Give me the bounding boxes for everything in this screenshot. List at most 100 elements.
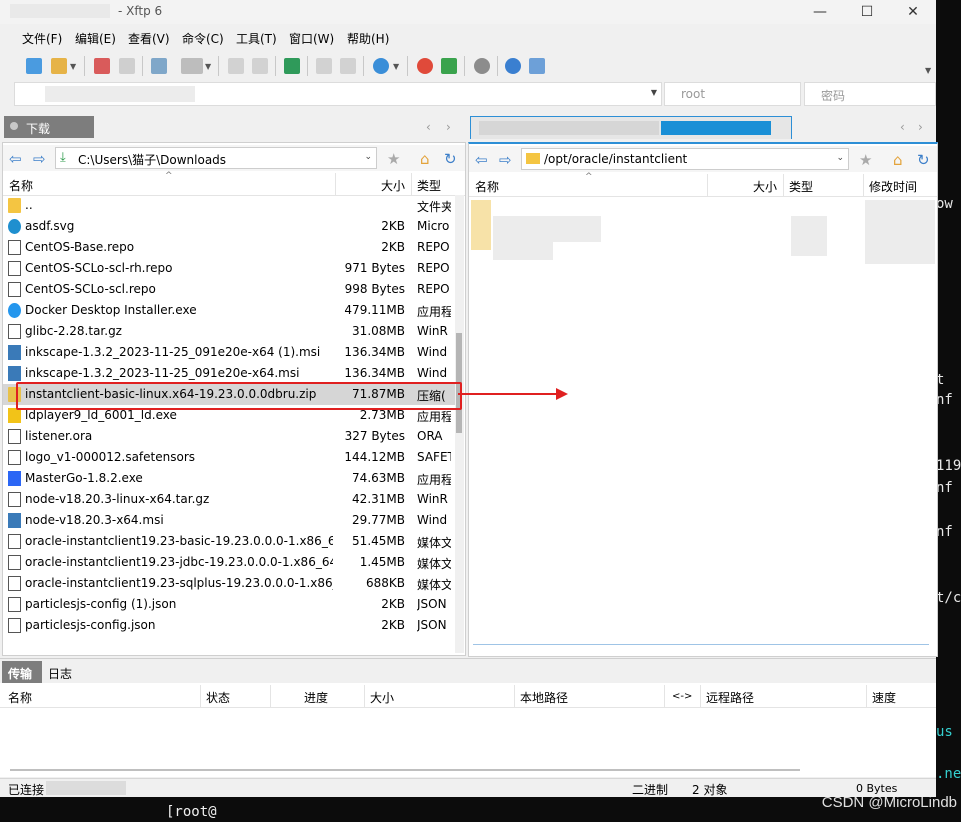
refresh-icon[interactable]: ↻ bbox=[917, 151, 930, 169]
file-row[interactable]: particlesjs-config (1).json 2KB JSON bbox=[3, 594, 455, 615]
username-input[interactable]: root bbox=[664, 82, 801, 106]
chevron-down-icon[interactable]: ▼ bbox=[70, 62, 76, 71]
reconnect-icon[interactable] bbox=[119, 58, 135, 74]
tab-scroll-right-icon[interactable]: › bbox=[918, 120, 923, 134]
home-folder-icon[interactable]: ⌂ bbox=[893, 151, 903, 169]
home-folder-icon[interactable]: ⌂ bbox=[420, 150, 430, 168]
help-icon[interactable] bbox=[505, 58, 521, 74]
open-folder-icon[interactable] bbox=[51, 58, 67, 74]
refresh-icon[interactable]: ↻ bbox=[444, 150, 457, 168]
tab-scroll-left-icon[interactable]: ‹ bbox=[900, 120, 905, 134]
local-path-input[interactable]: ⤓ C:\Users\猫子\Downloads ⌄ bbox=[55, 147, 377, 169]
file-row[interactable]: MasterGo-1.8.2.exe 74.63MB 应用程 bbox=[3, 468, 455, 489]
file-row[interactable]: glibc-2.28.tar.gz 31.08MB WinR bbox=[3, 321, 455, 342]
forward-arrow-icon[interactable]: ⇨ bbox=[499, 151, 512, 169]
forward-arrow-icon[interactable]: ⇨ bbox=[33, 150, 46, 168]
globe-icon[interactable] bbox=[373, 58, 389, 74]
tab-scroll-left-icon[interactable]: ‹ bbox=[426, 120, 431, 134]
column-divider[interactable] bbox=[200, 685, 201, 707]
column-size[interactable]: 大小 bbox=[370, 689, 394, 706]
column-progress[interactable]: 进度 bbox=[304, 689, 328, 706]
transfer-mode[interactable]: 二进制 bbox=[632, 781, 668, 798]
file-row[interactable]: .. 文件夹 bbox=[3, 195, 455, 216]
close-icon[interactable] bbox=[10, 122, 18, 130]
horizontal-scrollbar[interactable] bbox=[10, 769, 800, 771]
column-divider[interactable] bbox=[270, 685, 271, 707]
minimize-button[interactable]: — bbox=[808, 2, 832, 22]
tab-remote-session[interactable] bbox=[470, 116, 792, 139]
column-divider[interactable] bbox=[783, 174, 784, 196]
file-row[interactable]: Docker Desktop Installer.exe 479.11MB 应用程 bbox=[3, 300, 455, 321]
copy-left-icon[interactable] bbox=[228, 58, 244, 74]
file-row[interactable]: logo_v1-000012.safetensors 144.12MB SAFET bbox=[3, 447, 455, 468]
tab-transfer[interactable]: 传输 bbox=[2, 661, 42, 683]
remote-path-input[interactable]: /opt/oracle/instantclient ⌄ bbox=[521, 148, 849, 170]
back-arrow-icon[interactable]: ⇦ bbox=[9, 150, 22, 168]
column-direction[interactable]: <-> bbox=[672, 691, 692, 702]
tab-log[interactable]: 日志 bbox=[48, 665, 72, 682]
xftp-icon[interactable] bbox=[441, 58, 457, 74]
column-modified[interactable]: 修改时间 bbox=[869, 178, 917, 195]
chevron-down-icon[interactable]: ▼ bbox=[925, 66, 931, 75]
menu-window[interactable]: 窗口(W) bbox=[289, 30, 334, 47]
chat-icon[interactable] bbox=[529, 58, 545, 74]
menu-view[interactable]: 查看(V) bbox=[128, 30, 170, 47]
column-name[interactable]: 名称 bbox=[9, 177, 33, 194]
column-local-path[interactable]: 本地路径 bbox=[520, 689, 568, 706]
column-divider[interactable] bbox=[514, 685, 515, 707]
menu-tools[interactable]: 工具(T) bbox=[236, 30, 277, 47]
column-divider[interactable] bbox=[700, 685, 701, 707]
terminal-icon[interactable] bbox=[181, 58, 203, 74]
tab-scroll-right-icon[interactable]: › bbox=[446, 120, 451, 134]
chevron-down-icon[interactable]: ▼ bbox=[393, 62, 399, 71]
new-session-icon[interactable] bbox=[26, 58, 42, 74]
horizontal-scrollbar[interactable] bbox=[473, 644, 929, 645]
file-row[interactable]: listener.ora 327 Bytes ORA bbox=[3, 426, 455, 447]
column-divider[interactable] bbox=[411, 173, 412, 195]
maximize-button[interactable]: ☐ bbox=[855, 2, 879, 22]
column-name[interactable]: 名称 bbox=[475, 178, 499, 195]
gear-icon[interactable] bbox=[474, 58, 490, 74]
column-type[interactable]: 类型 bbox=[789, 178, 813, 195]
menu-edit[interactable]: 编辑(E) bbox=[75, 30, 116, 47]
column-status[interactable]: 状态 bbox=[206, 689, 230, 706]
column-size[interactable]: 大小 bbox=[753, 178, 777, 195]
print-icon[interactable] bbox=[316, 58, 332, 74]
column-remote-path[interactable]: 远程路径 bbox=[706, 689, 754, 706]
file-row[interactable]: CentOS-SCLo-scl-rh.repo 971 Bytes REPO bbox=[3, 258, 455, 279]
file-row[interactable]: CentOS-Base.repo 2KB REPO bbox=[3, 237, 455, 258]
host-input[interactable]: ▼ bbox=[14, 82, 662, 106]
sync-icon[interactable] bbox=[284, 58, 300, 74]
file-row[interactable]: oracle-instantclient19.23-basic-19.23.0.… bbox=[3, 531, 455, 552]
menu-file[interactable]: 文件(F) bbox=[22, 30, 62, 47]
file-row[interactable]: inkscape-1.3.2_2023-11-25_091e20e-x64.ms… bbox=[3, 363, 455, 384]
column-size[interactable]: 大小 bbox=[381, 177, 405, 194]
chevron-down-icon[interactable]: ▼ bbox=[205, 62, 211, 71]
chevron-down-icon[interactable]: ▼ bbox=[651, 88, 657, 97]
menu-command[interactable]: 命令(C) bbox=[182, 30, 224, 47]
column-divider[interactable] bbox=[866, 685, 867, 707]
properties-icon[interactable] bbox=[340, 58, 356, 74]
file-row[interactable]: oracle-instantclient19.23-sqlplus-19.23.… bbox=[3, 573, 455, 594]
column-divider[interactable] bbox=[863, 174, 864, 196]
file-row[interactable]: node-v18.20.3-x64.msi 29.77MB Wind bbox=[3, 510, 455, 531]
password-input[interactable]: 密码 bbox=[804, 82, 936, 106]
column-divider[interactable] bbox=[335, 173, 336, 195]
column-divider[interactable] bbox=[707, 174, 708, 196]
menu-help[interactable]: 帮助(H) bbox=[347, 30, 389, 47]
column-divider[interactable] bbox=[364, 685, 365, 707]
tab-local-downloads[interactable]: 下载 bbox=[4, 116, 94, 138]
column-type[interactable]: 类型 bbox=[417, 177, 441, 194]
bookmark-star-icon[interactable]: ★ bbox=[859, 151, 872, 169]
xshell-icon[interactable] bbox=[417, 58, 433, 74]
close-button[interactable]: ✕ bbox=[901, 2, 925, 22]
copy-right-icon[interactable] bbox=[252, 58, 268, 74]
disconnect-icon[interactable] bbox=[94, 58, 110, 74]
file-row[interactable]: node-v18.20.3-linux-x64.tar.gz 42.31MB Win… bbox=[3, 489, 455, 510]
new-window-icon[interactable] bbox=[151, 58, 167, 74]
file-row[interactable]: asdf.svg 2KB Micro bbox=[3, 216, 455, 237]
column-speed[interactable]: 速度 bbox=[872, 689, 896, 706]
column-divider[interactable] bbox=[664, 685, 665, 707]
chevron-down-icon[interactable]: ⌄ bbox=[364, 152, 372, 162]
file-row[interactable]: particlesjs-config.json 2KB JSON bbox=[3, 615, 455, 636]
